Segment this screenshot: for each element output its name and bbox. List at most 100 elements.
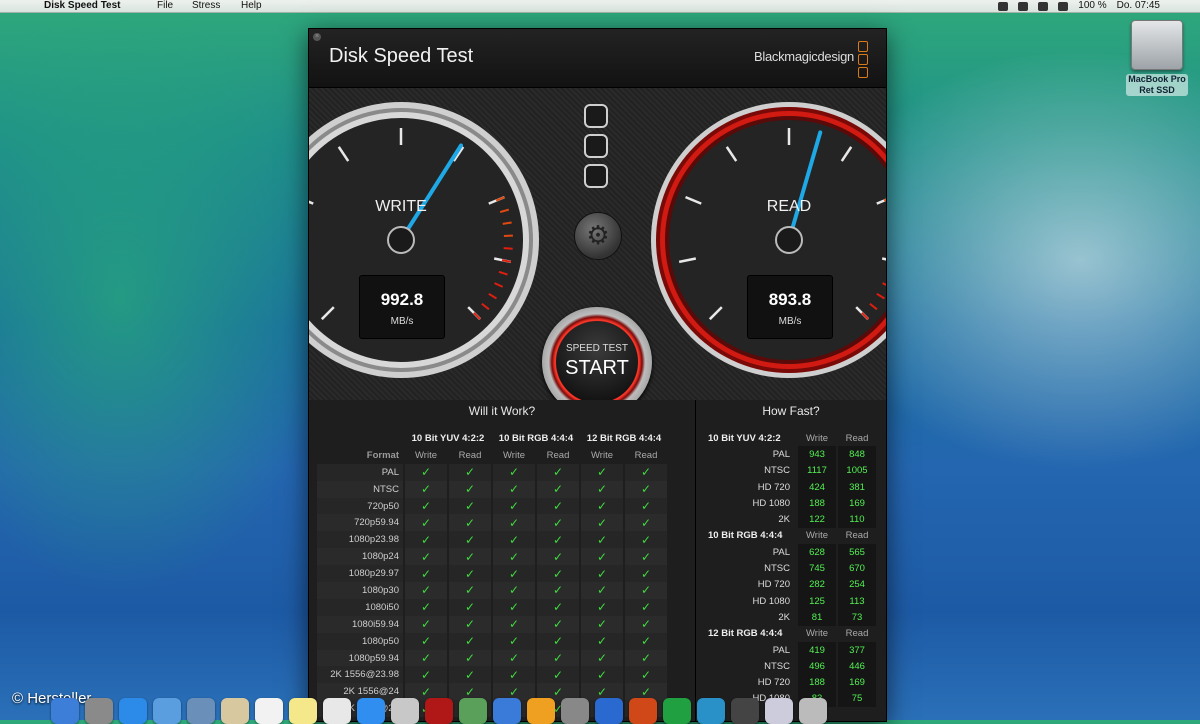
title-bar: × Disk Speed Test Blackmagicdesign (309, 29, 886, 88)
facetime-icon[interactable] (391, 698, 419, 724)
how-group-header: 10 Bit YUV 4:2:2 (702, 430, 796, 446)
check-icon: ✓ (537, 464, 579, 481)
powerpoint-icon[interactable] (629, 698, 657, 724)
how-table-row: NTSC745670 (702, 560, 876, 576)
how-sub-header: Write (798, 626, 836, 642)
itunes-icon[interactable] (493, 698, 521, 724)
will-format-cell: 1080i59.94 (317, 616, 403, 633)
photo-booth-icon[interactable] (425, 698, 453, 724)
gauge-redline-tick (503, 222, 512, 223)
menu-file[interactable]: File (157, 0, 173, 12)
system-preferences-icon[interactable] (561, 698, 589, 724)
gear-icon: ⚙ (575, 221, 621, 249)
check-icon: ✓ (581, 599, 623, 616)
settings-gear-button[interactable]: ⚙ (574, 212, 622, 260)
safari-icon[interactable] (153, 698, 181, 724)
will-table-row: 720p59.94✓✓✓✓✓✓ (317, 514, 667, 531)
how-write-value: 628 (798, 544, 836, 560)
wifi-icon[interactable] (1038, 2, 1048, 11)
finder-icon[interactable] (51, 698, 79, 724)
blackmagic-logo-icon (858, 41, 868, 77)
check-icon: ✓ (537, 650, 579, 667)
calendar-icon[interactable] (255, 698, 283, 724)
will-table-row: 1080p29.97✓✓✓✓✓✓ (317, 565, 667, 582)
contacts-icon[interactable] (221, 698, 249, 724)
word-icon[interactable] (595, 698, 623, 724)
reminders-icon[interactable] (323, 698, 351, 724)
will-table-row: 1080p59.94✓✓✓✓✓✓ (317, 650, 667, 667)
how-fast-table: 10 Bit YUV 4:2:2WriteReadPAL943848NTSC11… (700, 430, 878, 707)
disk-speed-test-icon[interactable] (731, 698, 759, 724)
will-group-header: 12 Bit RGB 4:4:4 (581, 430, 667, 447)
how-group-header-row: 10 Bit YUV 4:2:2WriteRead (702, 430, 876, 446)
close-icon[interactable]: × (313, 33, 321, 41)
write-readout: 992.8 MB/s (359, 275, 445, 339)
read-speed-value: 893.8 (748, 290, 832, 310)
check-icon: ✓ (625, 565, 667, 582)
how-read-value: 377 (838, 642, 876, 658)
how-format-cell: HD 720 (702, 674, 796, 690)
menu-bar: Disk Speed Test File Stress Help 100 % D… (0, 0, 1200, 13)
how-table-row: HD 720282254 (702, 577, 876, 593)
will-table-row: 1080i50✓✓✓✓✓✓ (317, 599, 667, 616)
menu-help[interactable]: Help (241, 0, 262, 12)
how-read-value: 381 (838, 479, 876, 495)
time-machine-icon[interactable] (1018, 2, 1028, 11)
will-header-blank (317, 430, 403, 447)
drive-slot-3-icon[interactable] (584, 164, 608, 188)
clock[interactable]: Do. 07:45 (1117, 0, 1160, 12)
check-icon: ✓ (405, 650, 447, 667)
how-group-header-row: 12 Bit RGB 4:4:4WriteRead (702, 626, 876, 642)
volume-icon[interactable] (1058, 2, 1068, 11)
excel-icon[interactable] (663, 698, 691, 724)
how-read-value: 110 (838, 511, 876, 527)
battery-percent[interactable]: 100 % (1078, 0, 1106, 12)
how-format-cell: HD 1080 (702, 495, 796, 511)
check-icon: ✓ (493, 582, 535, 599)
check-icon: ✓ (405, 599, 447, 616)
airplay-icon[interactable] (998, 2, 1008, 11)
check-icon: ✓ (625, 514, 667, 531)
write-gauge: WRITE 992.8 MB/s (308, 100, 541, 380)
will-sub-header: Read (625, 447, 667, 464)
read-gauge: READ 893.8 MB/s (649, 100, 887, 380)
check-icon: ✓ (537, 666, 579, 683)
how-table-row: PAL628565 (702, 544, 876, 560)
disk-utility-icon[interactable] (697, 698, 725, 724)
check-icon: ✓ (625, 666, 667, 683)
menu-stress[interactable]: Stress (192, 0, 220, 12)
launchpad-icon[interactable] (85, 698, 113, 724)
drive-slot-2-icon[interactable] (584, 134, 608, 158)
ibooks-icon[interactable] (527, 698, 555, 724)
check-icon: ✓ (537, 514, 579, 531)
will-format-cell: NTSC (317, 481, 403, 498)
mail-icon[interactable] (187, 698, 215, 724)
drive-slot-1-icon[interactable] (584, 104, 608, 128)
trash-icon[interactable] (799, 698, 827, 724)
check-icon: ✓ (625, 582, 667, 599)
check-icon: ✓ (581, 464, 623, 481)
app-store-icon[interactable] (119, 698, 147, 724)
check-icon: ✓ (493, 514, 535, 531)
menu-app-name[interactable]: Disk Speed Test (44, 0, 121, 12)
will-table-row: PAL✓✓✓✓✓✓ (317, 464, 667, 481)
how-table-row: HD 720188169 (702, 674, 876, 690)
how-format-cell: PAL (702, 544, 796, 560)
check-icon: ✓ (493, 650, 535, 667)
downloads-icon[interactable] (765, 698, 793, 724)
desktop-drive-icon[interactable]: MacBook Pro Ret SSD (1126, 20, 1188, 96)
messages-icon[interactable] (357, 698, 385, 724)
iphoto-icon[interactable] (459, 698, 487, 724)
drive-selector (584, 104, 610, 194)
gauge-redline-tick (504, 248, 513, 249)
how-format-cell: NTSC (702, 560, 796, 576)
will-it-work-heading: Will it Work? (309, 404, 695, 418)
will-format-cell: 1080p24 (317, 548, 403, 565)
check-icon: ✓ (581, 481, 623, 498)
notes-icon[interactable] (289, 698, 317, 724)
write-gauge-label: WRITE (308, 198, 541, 216)
how-format-cell: PAL (702, 446, 796, 462)
how-read-value: 169 (838, 495, 876, 511)
will-table-row: 1080p30✓✓✓✓✓✓ (317, 582, 667, 599)
check-icon: ✓ (537, 599, 579, 616)
